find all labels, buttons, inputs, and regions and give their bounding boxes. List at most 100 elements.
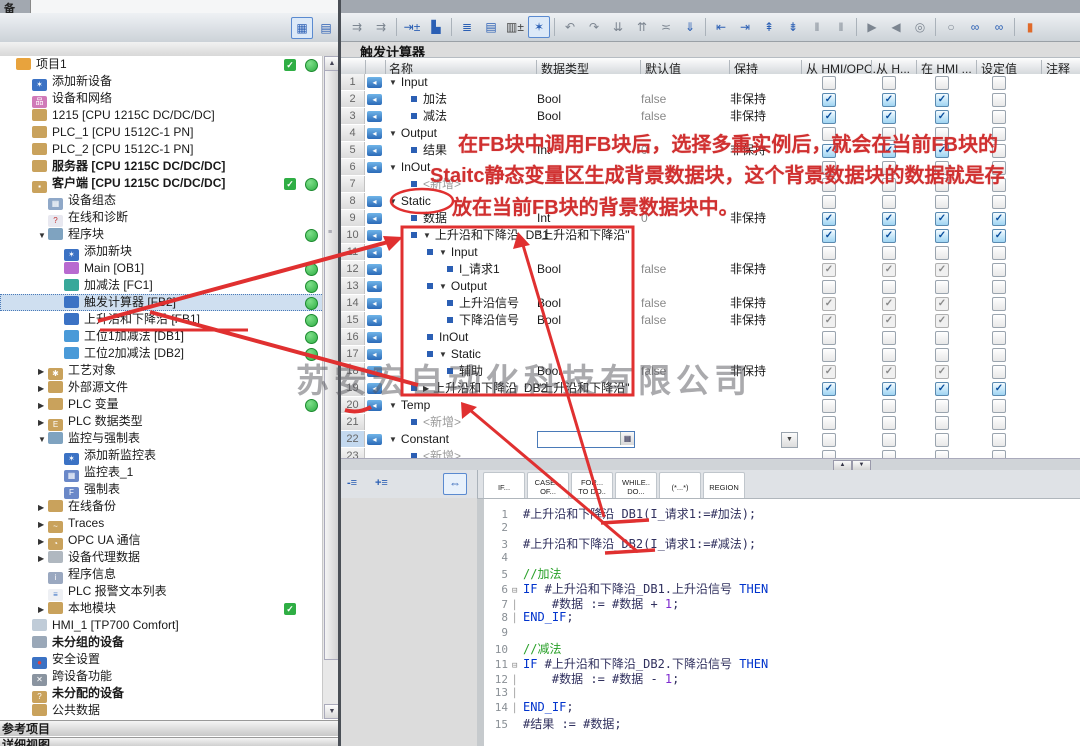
expand-down-icon[interactable]: ▼ [423,228,431,243]
glasses-off-icon[interactable]: ∞ [988,16,1010,38]
setpoint-checkbox[interactable] [992,127,1006,141]
code-line[interactable]: 7│ #数据 := #数据 + 1; [484,595,1074,610]
sidebar-item-plc-device[interactable]: 服务器 [CPU 1215C DC/DC/DC] [0,158,322,175]
sidebar-item-db-block[interactable]: 工位1加减法 [DB1] [0,328,322,345]
sidebar-item-security-settings[interactable]: ●安全设置 [0,651,322,668]
find-icon[interactable]: ○ [940,16,962,38]
in-hmi-checkbox[interactable] [935,433,949,447]
hmi-opc-checkbox[interactable]: ✓ [822,93,836,107]
expand-down-icon[interactable]: ▼ [389,160,397,175]
table-row[interactable]: 5◂结果Int0非保持✓✓✓ [341,142,1080,160]
in-hmi-checkbox[interactable]: ✓ [935,263,949,277]
in-hmi-checkbox[interactable] [935,178,949,192]
in-hmi-checkbox[interactable] [935,416,949,430]
in-hmi-checkbox[interactable] [935,195,949,209]
chevron-right-icon[interactable]: ▶ [38,533,48,550]
table-row[interactable]: 1◂▼Input [341,74,1080,92]
setpoint-checkbox[interactable]: ✓ [992,212,1006,226]
sidebar-item-watch-table[interactable]: ▦监控表_1 [0,464,322,481]
table-row[interactable]: 3◂减法Boolfalse非保持✓✓✓ [341,108,1080,126]
setpoint-checkbox[interactable] [992,263,1006,277]
retain-cell[interactable]: 非保持 [730,92,800,107]
from-hmi-checkbox[interactable] [882,161,896,175]
from-hmi-checkbox[interactable] [882,280,896,294]
chevron-right-icon[interactable]: ▶ [38,499,48,516]
table-row[interactable]: 4◂▼Output [341,125,1080,143]
code-line[interactable]: 9 [484,625,1074,640]
in-hmi-checkbox[interactable]: ✓ [935,144,949,158]
chevron-right-icon[interactable]: ▶ [38,380,48,397]
variable-name-cell[interactable]: ▼Constant [385,432,539,447]
from-hmi-checkbox[interactable] [882,331,896,345]
setpoint-checkbox[interactable] [992,195,1006,209]
go-offline-icon[interactable]: ◀ [885,16,907,38]
undo-values-icon[interactable]: ↶ [559,16,581,38]
expand-down-icon[interactable]: ▼ [389,126,397,141]
in-hmi-checkbox[interactable] [935,348,949,362]
in-hmi-checkbox[interactable] [935,76,949,90]
from-hmi-checkbox[interactable] [882,178,896,192]
variable-name-cell[interactable]: ▼Input [385,245,577,260]
code-line[interactable]: 4 [484,550,1074,565]
hmi-opc-checkbox[interactable] [822,348,836,362]
sidebar-item-ungrouped-devices[interactable]: 未分组的设备 [0,634,322,651]
in-hmi-checkbox[interactable] [935,331,949,345]
collapse-interface-icon[interactable]: -≡ [347,474,357,492]
sidebar-item-common-data[interactable]: 公共数据 [0,702,322,719]
go-online-icon[interactable]: ▶ [861,16,883,38]
sidebar-item-plc-datatypes-folder[interactable]: ▶EPLC 数据类型 [0,413,322,430]
export-icon[interactable]: ▤ [315,17,337,39]
sidebar-item-fb-block[interactable]: 上升沿和下降沿 [FB1] [0,311,322,328]
sidebar-item-add-block[interactable]: ✶添加新块 [0,243,322,260]
code-line[interactable]: 12│ #数据 := #数据 - 1; [484,670,1074,685]
sidebar-item-device-proxy-folder[interactable]: ▶设备代理数据 [0,549,322,566]
datatype-cell[interactable]: Bool [537,262,637,277]
variable-name-cell[interactable]: 结果 [385,143,561,158]
from-hmi-checkbox[interactable] [882,127,896,141]
active-tab[interactable] [30,0,339,13]
variable-name-cell[interactable]: 减法 [385,109,561,124]
setpoint-checkbox[interactable] [992,280,1006,294]
hmi-opc-checkbox[interactable] [822,433,836,447]
from-hmi-checkbox[interactable] [882,450,896,458]
from-hmi-checkbox[interactable] [882,416,896,430]
setpoint-checkbox[interactable] [992,365,1006,379]
from-hmi-checkbox[interactable] [882,433,896,447]
code-line[interactable]: 1 #上升沿和下降沿_DB1(I_请求1:=#加法); [484,505,1074,520]
default-value-cell[interactable]: false [641,296,727,311]
table-row[interactable]: 9◂数据Int0非保持✓✓✓✓ [341,210,1080,228]
in-hmi-checkbox[interactable]: ✓ [935,110,949,124]
setpoint-checkbox[interactable] [992,144,1006,158]
battery-icon[interactable]: ▮ [1019,16,1041,38]
code-line[interactable]: 10 //减法 [484,640,1074,655]
sidebar-item-hmi-device[interactable]: HMI_1 [TP700 Comfort] [0,617,322,634]
setpoint-checkbox[interactable] [992,416,1006,430]
setpoint-checkbox[interactable] [992,161,1006,175]
datatype-cell[interactable]: Bool [537,109,637,124]
datatype-cell[interactable]: Int [537,211,637,226]
datatype-cell[interactable]: "上升沿和下降沿" [537,228,637,243]
chevron-right-icon[interactable]: ▶ [38,397,48,414]
from-hmi-checkbox[interactable]: ✓ [882,314,896,328]
from-hmi-checkbox[interactable]: ✓ [882,365,896,379]
chevron-right-icon[interactable]: ▶ [38,601,48,618]
sidebar-item-external-sources-folder[interactable]: ▶外部源文件 [0,379,322,396]
sidebar-item-online-diagnostics[interactable]: ?在线和诊断 [0,209,322,226]
expand-down-icon[interactable]: ▼ [389,432,397,447]
sidebar-item-ob-block[interactable]: Main [OB1] [0,260,322,277]
from-hmi-checkbox[interactable] [882,246,896,260]
hmi-opc-checkbox[interactable]: ✓ [822,297,836,311]
default-value-cell[interactable]: 0 [641,143,727,158]
hmi-opc-checkbox[interactable]: ✓ [822,314,836,328]
sidebar-item-plc-device[interactable]: PLC_2 [CPU 1512C-1 PN] [0,141,322,158]
setpoint-checkbox[interactable] [992,450,1006,458]
hmi-opc-checkbox[interactable] [822,127,836,141]
sidebar-item-tech-objects-folder[interactable]: ▶✱工艺对象 [0,362,322,379]
sidebar-item-force-table[interactable]: F强制表 [0,481,322,498]
hmi-opc-checkbox[interactable] [822,76,836,90]
retain-cell[interactable]: 非保持 [730,296,800,311]
table-row[interactable]: 6◂▼InOut [341,159,1080,177]
datatype-cell[interactable]: Bool [537,92,637,107]
sidebar-item-cross-device-functions[interactable]: ✕跨设备功能 [0,668,322,685]
retain-cell[interactable]: 非保持 [730,109,800,124]
